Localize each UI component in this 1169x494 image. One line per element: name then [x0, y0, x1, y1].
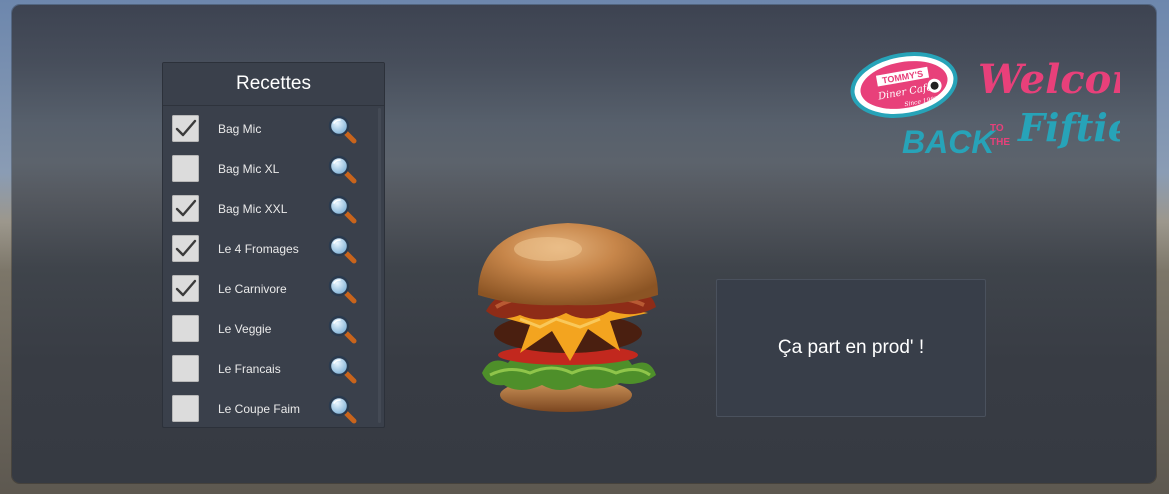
recipe-label: Le Carnivore: [218, 282, 287, 296]
recipe-label: Le Coupe Faim: [218, 402, 301, 416]
recipe-checkbox[interactable]: [172, 275, 199, 302]
magnifier-icon[interactable]: [327, 114, 357, 144]
recipe-checkbox[interactable]: [172, 395, 199, 422]
logo-back: BACK: [902, 124, 997, 160]
list-item: Le Coupe Faim: [163, 389, 384, 427]
recipe-checkbox[interactable]: [172, 115, 199, 142]
list-scrollbar[interactable]: [378, 108, 381, 423]
magnifier-icon[interactable]: [327, 194, 357, 224]
logo-the: THE: [990, 137, 1010, 148]
checkmark-icon: [175, 199, 197, 217]
burger-image: [478, 223, 658, 412]
magnifier-icon[interactable]: [327, 234, 357, 264]
checkmark-icon: [175, 239, 197, 257]
magnifier-icon[interactable]: [327, 394, 357, 424]
recipe-label: Le Veggie: [218, 322, 272, 336]
list-item: Bag Mic XXL: [163, 189, 384, 229]
welcome-fifties-logo: TOMMY'S Diner Cafe Since 1982 Welcome BA…: [850, 52, 1120, 160]
recipe-checkbox[interactable]: [172, 355, 199, 382]
magnifier-icon[interactable]: [327, 274, 357, 304]
list-item: Bag Mic: [163, 109, 384, 149]
recipe-label: Bag Mic XXL: [218, 202, 288, 216]
recipe-label: Le 4 Fromages: [218, 242, 299, 256]
logo-welcome: Welcome: [978, 56, 1120, 103]
recipe-label: Le Francais: [218, 362, 281, 376]
magnifier-icon[interactable]: [327, 354, 357, 384]
recipe-checkbox[interactable]: [172, 235, 199, 262]
list-item: Le Carnivore: [163, 269, 384, 309]
list-item: Le Francais: [163, 349, 384, 389]
magnifier-icon[interactable]: [327, 154, 357, 184]
checkmark-icon: [175, 279, 197, 297]
recipe-label: Bag Mic: [218, 122, 262, 136]
recipe-label: Bag Mic XL: [218, 162, 280, 176]
recipe-checkbox[interactable]: [172, 315, 199, 342]
list-item: Le Veggie: [163, 309, 384, 349]
panel-title: Recettes: [163, 63, 384, 106]
list-item: Le 4 Fromages: [163, 229, 384, 269]
recettes-panel: Recettes Bag Mic Bag Mic XL Bag Mic XXL …: [162, 62, 385, 428]
recipe-checkbox[interactable]: [172, 195, 199, 222]
app-window: Recettes Bag Mic Bag Mic XL Bag Mic XXL …: [12, 5, 1156, 483]
prod-button[interactable]: Ça part en prod' !: [716, 279, 986, 417]
logo-to: TO: [990, 123, 1004, 134]
magnifier-icon[interactable]: [327, 314, 357, 344]
recipe-checkbox[interactable]: [172, 155, 199, 182]
list-item: Bag Mic XL: [163, 149, 384, 189]
checkmark-icon: [175, 119, 197, 137]
logo-fifties: Fifties: [1017, 105, 1120, 150]
